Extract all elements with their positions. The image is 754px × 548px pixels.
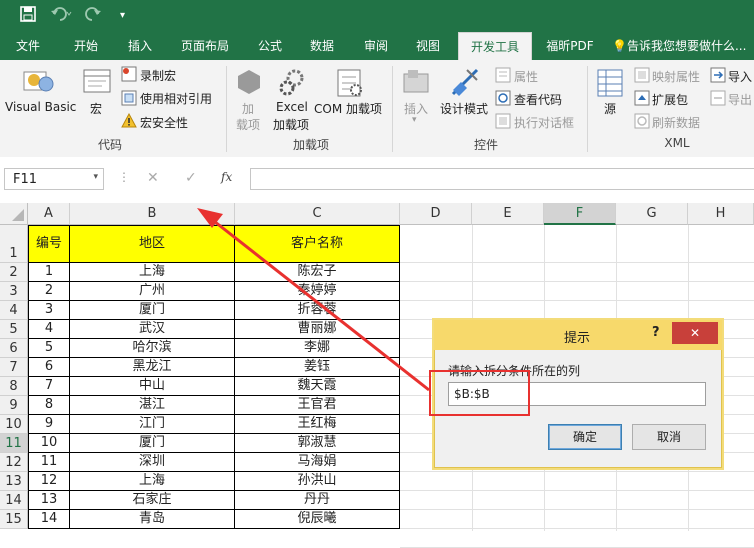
- annotation-arrow: [197, 208, 430, 392]
